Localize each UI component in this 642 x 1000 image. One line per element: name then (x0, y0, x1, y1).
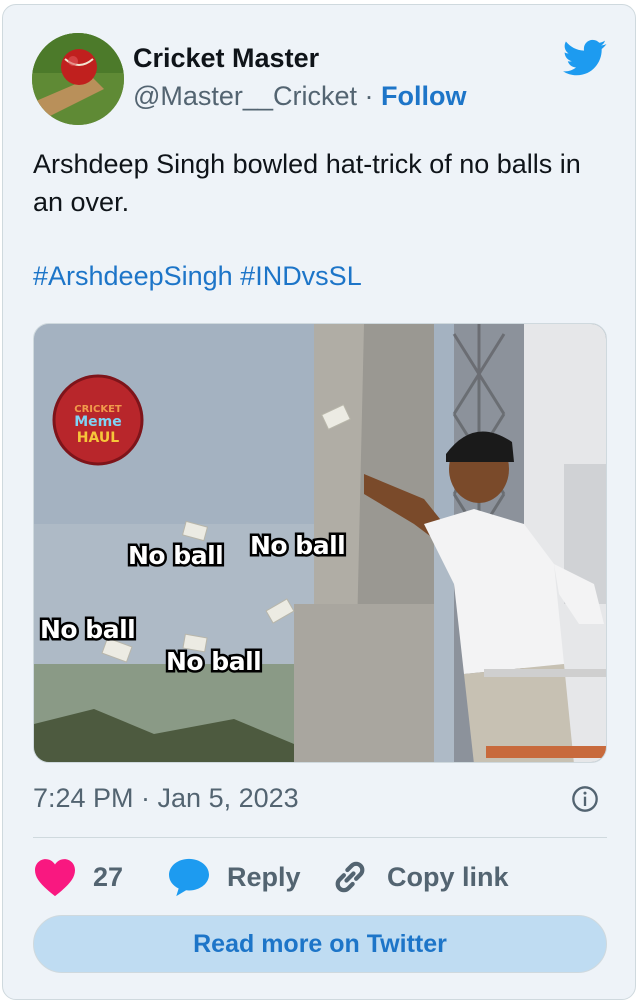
heart-icon (35, 859, 75, 897)
logo-line-3: HAUL (77, 430, 119, 446)
hashtags: #ArshdeepSingh #INDvsSL (33, 261, 362, 292)
copy-link-button[interactable]: Copy link (329, 857, 509, 897)
tweet-text: Arshdeep Singh bowled hat-trick of no ba… (33, 149, 581, 217)
twitter-bird-icon[interactable] (563, 39, 607, 77)
link-icon (335, 861, 365, 893)
info-icon[interactable] (571, 785, 599, 813)
follow-button[interactable]: Follow (381, 81, 466, 111)
logo-line-2: Meme (74, 414, 122, 430)
reply-label: Reply (227, 861, 301, 892)
copy-link-label: Copy link (387, 861, 509, 892)
caption-no-ball-3: No ball (40, 615, 135, 644)
avatar-image (32, 33, 124, 125)
like-button[interactable]: 27 (33, 857, 123, 897)
like-count: 27 (93, 861, 124, 892)
reply-button[interactable]: Reply (167, 857, 301, 897)
tweet-card: Cricket Master @Master__Cricket · Follow… (2, 4, 636, 1000)
caption-no-ball-2: No ball (250, 531, 345, 560)
caption-no-ball-4: No ball (166, 647, 261, 676)
media-image: CRICKET Meme HAUL No ball No ball No bal… (34, 324, 606, 762)
caption-no-ball-1: No ball (128, 541, 223, 570)
author-name[interactable]: Cricket Master (133, 43, 319, 74)
hashtag-arshdeepsingh[interactable]: #ArshdeepSingh (33, 261, 233, 291)
author-handle-row: @Master__Cricket · Follow (133, 81, 466, 112)
timestamp[interactable]: 7:24 PM · Jan 5, 2023 (33, 783, 299, 814)
avatar[interactable] (32, 33, 124, 125)
hashtag-indvssl[interactable]: #INDvsSL (240, 261, 362, 291)
separator-dot: · (364, 81, 374, 111)
reply-bubble-icon (169, 858, 209, 897)
tweet-media[interactable]: CRICKET Meme HAUL No ball No ball No bal… (33, 323, 607, 763)
read-more-button[interactable]: Read more on Twitter (33, 915, 607, 973)
divider (33, 837, 607, 838)
author-handle[interactable]: @Master__Cricket (133, 81, 357, 111)
